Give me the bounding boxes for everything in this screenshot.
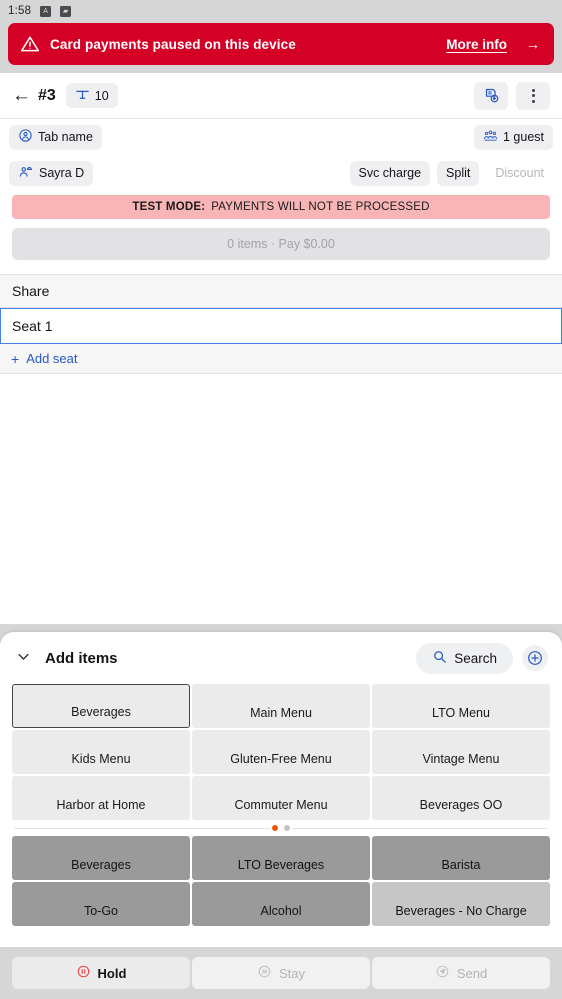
chevron-down-icon[interactable] xyxy=(16,649,31,667)
table-chip[interactable]: 10 xyxy=(65,83,118,108)
tab-name-button[interactable]: Tab name xyxy=(9,124,102,150)
order-actions: Svc charge Split Discount xyxy=(349,160,554,186)
app-icon: A xyxy=(40,5,52,17)
tab-info-row: Tab name 1 guest xyxy=(0,119,562,155)
menu-tile[interactable]: Beverages OO xyxy=(372,776,550,820)
test-mode-message: PAYMENTS WILL NOT BE PROCESSED xyxy=(211,201,430,213)
pay-button[interactable]: 0 items · Pay $0.00 xyxy=(12,228,550,260)
search-icon xyxy=(432,649,447,667)
add-items-title: Add items xyxy=(45,649,118,667)
category-tile[interactable]: Alcohol xyxy=(192,882,370,926)
send-circle-icon xyxy=(435,964,450,982)
menu-tile-grid: Beverages Main Menu LTO Menu Kids Menu G… xyxy=(0,684,562,820)
status-clock: 1:58 xyxy=(8,5,32,17)
app-screen: 1:58 A ▰ Card payments paused on this de… xyxy=(0,0,562,999)
guests-group-icon xyxy=(483,128,498,146)
plus-icon: + xyxy=(11,350,20,367)
guest-count-label: 1 guest xyxy=(502,130,544,144)
category-tile[interactable]: To-Go xyxy=(12,882,190,926)
stay-circle-icon xyxy=(257,964,272,982)
guest-count-button[interactable]: 1 guest xyxy=(473,124,553,150)
card-bottom-pad xyxy=(0,260,562,274)
search-label: Search xyxy=(454,650,497,666)
menu-tile[interactable]: Vintage Menu xyxy=(372,730,550,774)
menu-tile[interactable]: Commuter Menu xyxy=(192,776,370,820)
server-name: Sayra D xyxy=(39,166,85,180)
split-button[interactable]: Split xyxy=(437,160,480,186)
add-items-sheet: Add items Search Beverages Main Menu LTO… xyxy=(0,632,562,999)
card-payments-alert[interactable]: Card payments paused on this device More… xyxy=(8,23,554,65)
test-mode-banner: TEST MODE: PAYMENTS WILL NOT BE PROCESSE… xyxy=(12,195,550,219)
category-tile[interactable]: Beverages - No Charge xyxy=(372,882,550,926)
order-number: #3 xyxy=(38,86,56,104)
svc-charge-button[interactable]: Svc charge xyxy=(349,160,431,186)
kebab-menu-icon[interactable] xyxy=(516,81,550,110)
stay-button: Stay xyxy=(192,957,370,989)
category-tile-grid: Beverages LTO Beverages Barista To-Go Al… xyxy=(0,836,562,926)
menu-tile[interactable]: LTO Menu xyxy=(372,684,550,728)
search-button[interactable]: Search xyxy=(416,642,513,674)
add-seat-label: Add seat xyxy=(26,351,78,366)
menu-pagination[interactable] xyxy=(0,820,562,836)
discount-button: Discount xyxy=(495,166,544,180)
send-label: Send xyxy=(456,965,488,981)
test-mode-prefix: TEST MODE: xyxy=(132,201,206,213)
stay-label: Stay xyxy=(278,965,305,981)
order-footer: Hold Stay Send xyxy=(0,947,562,999)
menu-tile[interactable]: Gluten-Free Menu xyxy=(192,730,370,774)
server-button[interactable]: Sayra D xyxy=(9,160,94,186)
more-info-link[interactable]: More info xyxy=(446,37,507,52)
category-tile[interactable]: LTO Beverages xyxy=(192,836,370,880)
add-items-header: Add items Search xyxy=(0,632,562,684)
table-number: 10 xyxy=(94,88,109,103)
menu-tile[interactable]: Beverages xyxy=(12,684,190,728)
status-bar: 1:58 A ▰ xyxy=(0,0,562,22)
pagination-dot-active[interactable] xyxy=(272,825,278,831)
tab-name-label: Tab name xyxy=(38,130,93,144)
server-person-icon xyxy=(18,164,34,183)
person-circle-icon xyxy=(18,128,33,146)
pagination-dot[interactable] xyxy=(284,825,290,831)
add-seat-button[interactable]: + Add seat xyxy=(0,344,562,374)
seat-row-selected[interactable]: Seat 1 xyxy=(0,308,562,344)
table-icon xyxy=(75,87,90,105)
arrow-right-icon: → xyxy=(526,36,540,52)
order-card: ← #3 10 Tab name 1 guest Sayra D Svc cha… xyxy=(0,73,562,274)
order-header: ← #3 10 xyxy=(0,73,562,119)
send-button: Send xyxy=(372,957,550,989)
hold-label: Hold xyxy=(97,965,127,981)
receipt-refund-icon[interactable] xyxy=(474,81,508,110)
category-tile[interactable]: Barista xyxy=(372,836,550,880)
menu-tile[interactable]: Harbor at Home xyxy=(12,776,190,820)
order-items-empty-area xyxy=(0,374,562,624)
image-icon: ▰ xyxy=(60,5,72,17)
warning-triangle-icon xyxy=(20,34,40,54)
server-action-row: Sayra D Svc charge Split Discount xyxy=(0,155,562,191)
menu-tile[interactable]: Kids Menu xyxy=(12,730,190,774)
menu-tile[interactable]: Main Menu xyxy=(192,684,370,728)
alert-message: Card payments paused on this device xyxy=(50,36,296,52)
back-button[interactable]: ← xyxy=(12,85,38,107)
category-tile[interactable]: Beverages xyxy=(12,836,190,880)
hold-button[interactable]: Hold xyxy=(12,957,190,989)
share-header[interactable]: Share xyxy=(0,274,562,308)
pause-circle-icon xyxy=(76,964,91,982)
plus-circle-icon[interactable] xyxy=(522,645,548,671)
